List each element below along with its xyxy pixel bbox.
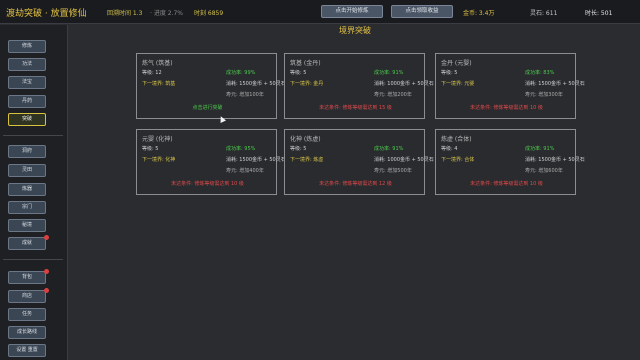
sidebar-item-label: 背包 xyxy=(21,274,32,280)
success-rate: 成功率: 95% xyxy=(226,146,256,152)
notification-dot-icon xyxy=(44,269,49,274)
next-realm: 下一境界: 化神 xyxy=(142,157,176,163)
sidebar-item-cultivate[interactable]: 修炼 xyxy=(8,40,46,53)
requirement-warning: 未达条件: 修炼等级需达到 12 级 xyxy=(319,181,392,187)
cost: 消耗: 1000金币 + 50灵石 xyxy=(374,157,434,163)
sidebar-item-techniques[interactable]: 功法 xyxy=(8,58,46,71)
realm-card: 金丹 (元婴) 等级: 5 成功率: 83% 下一境界: 元婴 消耗: 1500… xyxy=(435,53,585,119)
next-realm: 下一境界: 合体 xyxy=(441,157,475,163)
cost: 消耗: 1500金币 + 50灵石 xyxy=(226,157,286,163)
sidebar: 修炼 功法 法宝 丹药 突破 洞府 灵田 炼器 宗门 秘境 成就 背包 商店 任… xyxy=(0,25,68,360)
realm-level: 等级: 5 xyxy=(441,70,458,76)
success-rate: 成功率: 83% xyxy=(525,70,555,76)
next-realm: 下一境界: 金丹 xyxy=(290,81,324,87)
sidebar-item-shop[interactable]: 商店 xyxy=(8,288,49,303)
realm-level: 等级: 5 xyxy=(290,70,307,76)
realm-level: 等级: 5 xyxy=(142,146,159,152)
sidebar-divider xyxy=(3,135,63,136)
sidebar-item-artifacts[interactable]: 法宝 xyxy=(8,76,46,89)
top-bar: 渡劫突破 · 放置修仙 回溯时间 1.3 · 进度 2.7% 时刻 6859 点… xyxy=(0,0,640,24)
realm-card: 炼虚 (合体) 等级: 4 成功率: 91% 下一境界: 合体 消耗: 1500… xyxy=(435,129,585,195)
realm-name: 元婴 (化神) xyxy=(142,136,173,143)
lifespan: 寿元: 增加600年 xyxy=(525,168,563,174)
sidebar-item-achievements[interactable]: 成就 xyxy=(8,235,49,250)
sidebar-item-breakthrough[interactable]: 突破 xyxy=(8,113,46,126)
realm-card: 筑基 (金丹) 等级: 5 成功率: 91% 下一境界: 金丹 消耗: 1000… xyxy=(284,53,434,119)
requirement-warning: 未达条件: 修炼等级需达到 10 级 xyxy=(470,105,543,111)
requirement-warning: 未达条件: 修炼等级需达到 10 级 xyxy=(470,181,543,187)
sidebar-item-pills[interactable]: 丹药 xyxy=(8,95,46,108)
cost: 消耗: 1500金币 + 50灵石 xyxy=(525,81,585,87)
realm-card: 炼气 (筑基) 等级: 12 成功率: 99% 下一境界: 筑基 消耗: 150… xyxy=(136,53,286,119)
notification-dot-icon xyxy=(44,288,49,293)
realm-card: 化神 (炼虚) 等级: 5 成功率: 91% 下一境界: 炼虚 消耗: 1000… xyxy=(284,129,434,195)
sidebar-item-growth[interactable]: 成长路线 xyxy=(8,326,46,339)
lifespan: 寿元: 增加200年 xyxy=(374,92,412,98)
next-realm: 下一境界: 元婴 xyxy=(441,81,475,87)
duration-stat: 时长: 501 xyxy=(585,10,613,17)
requirement-warning: 未达条件: 修炼等级需达到 10 级 xyxy=(171,181,244,187)
cost: 消耗: 1500金币 + 50灵石 xyxy=(226,81,286,87)
progress-stat: · 进度 2.7% xyxy=(150,10,183,17)
sidebar-item-settings[interactable]: 设置 重置 xyxy=(8,344,46,357)
realm-name: 化神 (炼虚) xyxy=(290,136,321,143)
realm-level: 等级: 4 xyxy=(441,146,458,152)
realm-name: 炼气 (筑基) xyxy=(142,60,173,67)
success-rate: 成功率: 91% xyxy=(525,146,555,152)
realm-card: 元婴 (化神) 等级: 5 成功率: 95% 下一境界: 化神 消耗: 1500… xyxy=(136,129,286,195)
sidebar-item-label: 商店 xyxy=(21,293,32,299)
realm-level: 等级: 5 xyxy=(290,146,307,152)
start-cultivate-button[interactable]: 点击开始修炼 xyxy=(321,5,383,18)
sidebar-item-sect[interactable]: 宗门 xyxy=(8,201,46,214)
sidebar-item-forge[interactable]: 炼器 xyxy=(8,183,46,196)
realm-name: 炼虚 (合体) xyxy=(441,136,472,143)
app-title: 渡劫突破 · 放置修仙 xyxy=(6,9,87,19)
cost: 消耗: 1000金币 + 50灵石 xyxy=(374,81,434,87)
next-realm: 下一境界: 筑基 xyxy=(142,81,176,87)
sidebar-item-field[interactable]: 灵田 xyxy=(8,164,46,177)
sidebar-item-cave[interactable]: 洞府 xyxy=(8,145,46,158)
sidebar-item-realm[interactable]: 秘境 xyxy=(8,219,46,232)
realm-name: 筑基 (金丹) xyxy=(290,60,321,67)
gold-stat: 金币: 3.4万 xyxy=(463,10,495,17)
time-stat: 回溯时间 1.3 xyxy=(107,10,143,17)
realm-level: 等级: 12 xyxy=(142,70,162,76)
sidebar-item-label: 成就 xyxy=(21,240,32,246)
sidebar-divider xyxy=(3,259,63,260)
moment-stat: 时刻 6859 xyxy=(194,10,224,17)
lifespan: 寿元: 增加500年 xyxy=(374,168,412,174)
main-panel: 境界突破 炼气 (筑基) 等级: 12 成功率: 99% 下一境界: 筑基 消耗… xyxy=(70,25,640,360)
breakthrough-button[interactable]: 点击进行突破 xyxy=(137,104,278,111)
page-title: 境界突破 xyxy=(339,26,371,35)
spirit-stone-stat: 灵石: 611 xyxy=(530,10,558,17)
cost: 消耗: 1500金币 + 50灵石 xyxy=(525,157,585,163)
lifespan: 寿元: 增加100年 xyxy=(226,92,264,98)
lifespan: 寿元: 增加400年 xyxy=(226,168,264,174)
notification-dot-icon xyxy=(44,235,49,240)
success-rate: 成功率: 91% xyxy=(374,70,404,76)
next-realm: 下一境界: 炼虚 xyxy=(290,157,324,163)
sidebar-item-quests[interactable]: 任务 xyxy=(8,308,46,321)
success-rate: 成功率: 91% xyxy=(374,146,404,152)
success-rate: 成功率: 99% xyxy=(226,70,256,76)
realm-name: 金丹 (元婴) xyxy=(441,60,472,67)
requirement-warning: 未达条件: 修炼等级需达到 15 级 xyxy=(319,105,392,111)
claim-reward-button[interactable]: 点击领取收益 xyxy=(391,5,453,18)
lifespan: 寿元: 增加300年 xyxy=(525,92,563,98)
sidebar-item-bag[interactable]: 背包 xyxy=(8,269,49,284)
